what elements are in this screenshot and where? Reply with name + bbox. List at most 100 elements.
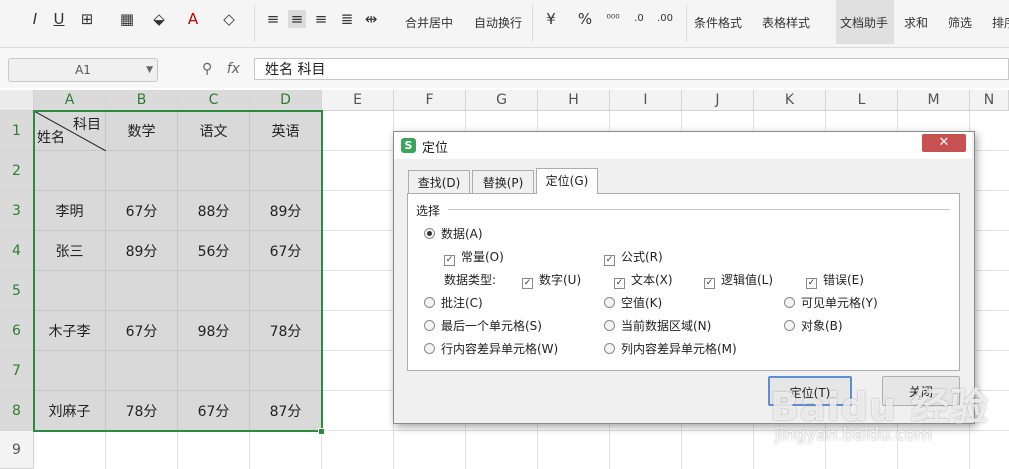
- close-icon[interactable]: ✕: [922, 134, 966, 152]
- radio-comment[interactable]: 批注(C): [424, 295, 483, 311]
- clear-format-icon[interactable]: ◇: [220, 10, 238, 28]
- cell-english[interactable]: 89分: [250, 191, 322, 231]
- justify-icon[interactable]: ≣: [338, 10, 356, 28]
- empty-cell[interactable]: [178, 351, 250, 391]
- row-header[interactable]: 4: [0, 231, 34, 271]
- thousands-icon[interactable]: ⁰⁰⁰: [604, 10, 622, 28]
- column-header[interactable]: C: [178, 90, 250, 111]
- fx-icon[interactable]: fx: [227, 61, 240, 77]
- empty-cell[interactable]: [106, 351, 178, 391]
- select-all-corner[interactable]: [0, 90, 34, 111]
- column-header[interactable]: H: [538, 90, 610, 111]
- tab-goto[interactable]: 定位(G): [536, 168, 598, 194]
- cell-english[interactable]: 78分: [250, 311, 322, 351]
- row-header[interactable]: 7: [0, 351, 34, 391]
- empty-cell[interactable]: [34, 351, 106, 391]
- highlight-icon[interactable]: ⬙: [150, 10, 168, 28]
- increase-decimal-icon[interactable]: .0: [630, 10, 648, 28]
- tab-find[interactable]: 查找(D): [408, 170, 470, 194]
- cell-a1-diagonal-header[interactable]: 科目 姓名: [34, 111, 106, 151]
- italic-icon[interactable]: I: [26, 10, 44, 28]
- dialog-titlebar[interactable]: S 定位 ✕: [394, 132, 972, 159]
- tab-replace[interactable]: 替换(P): [472, 170, 534, 194]
- merge-center-button[interactable]: 合并居中: [405, 14, 453, 31]
- column-header[interactable]: A: [34, 90, 106, 111]
- font-color-icon[interactable]: A: [184, 10, 202, 28]
- column-header[interactable]: G: [466, 90, 538, 111]
- column-header[interactable]: N: [970, 90, 1009, 111]
- currency-icon[interactable]: ¥: [542, 10, 560, 28]
- align-right-icon[interactable]: ≡: [312, 10, 330, 28]
- align-center-icon[interactable]: ≡: [288, 10, 306, 28]
- cell-math[interactable]: 78分: [106, 391, 178, 431]
- column-header[interactable]: D: [250, 90, 322, 111]
- checkbox-constant[interactable]: ✓ 常量(O): [444, 249, 504, 266]
- cell-chinese[interactable]: 67分: [178, 391, 250, 431]
- chevron-down-icon[interactable]: ▼: [146, 59, 153, 81]
- cell-english[interactable]: 67分: [250, 231, 322, 271]
- radio-row-diff[interactable]: 行内容差异单元格(W): [424, 341, 558, 357]
- underline-icon[interactable]: U: [50, 10, 68, 28]
- cell-name[interactable]: 张三: [34, 231, 106, 271]
- row-header[interactable]: 2: [0, 151, 34, 191]
- header-chinese[interactable]: 语文: [178, 111, 250, 151]
- empty-cell[interactable]: [250, 351, 322, 391]
- empty-cell[interactable]: [106, 151, 178, 191]
- radio-blank[interactable]: 空值(K): [604, 295, 662, 311]
- row-header[interactable]: 8: [0, 391, 34, 431]
- column-header[interactable]: E: [322, 90, 394, 111]
- column-header[interactable]: F: [394, 90, 466, 111]
- cell-english[interactable]: 87分: [250, 391, 322, 431]
- fill-color-icon[interactable]: ▦: [118, 10, 136, 28]
- align-left-icon[interactable]: ≡: [264, 10, 282, 28]
- cell-chinese[interactable]: 98分: [178, 311, 250, 351]
- checkbox-text[interactable]: ✓ 文本(X): [614, 272, 673, 289]
- cell-math[interactable]: 89分: [106, 231, 178, 271]
- radio-current-region[interactable]: 当前数据区域(N): [604, 318, 711, 334]
- distribute-icon[interactable]: ⇹: [362, 10, 380, 28]
- checkbox-formula[interactable]: ✓ 公式(R): [604, 249, 663, 266]
- checkbox-error[interactable]: ✓ 错误(E): [806, 272, 864, 289]
- empty-cell[interactable]: [178, 271, 250, 311]
- conditional-format-button[interactable]: 条件格式: [694, 14, 742, 31]
- radio-visible-cells[interactable]: 可见单元格(Y): [784, 295, 878, 311]
- empty-cell[interactable]: [250, 271, 322, 311]
- row-header[interactable]: 3: [0, 191, 34, 231]
- table-style-button[interactable]: 表格样式: [762, 14, 810, 31]
- doc-helper-button[interactable]: 文档助手: [840, 14, 888, 31]
- cell-name[interactable]: 木子李: [34, 311, 106, 351]
- zoom-icon[interactable]: ⚲: [202, 61, 212, 77]
- cell-math[interactable]: 67分: [106, 191, 178, 231]
- percent-icon[interactable]: %: [576, 10, 594, 28]
- column-header[interactable]: L: [826, 90, 898, 111]
- column-header[interactable]: J: [682, 90, 754, 111]
- sum-button[interactable]: 求和: [904, 14, 928, 31]
- decrease-decimal-icon[interactable]: .00: [656, 10, 674, 28]
- header-english[interactable]: 英语: [250, 111, 322, 151]
- empty-cell[interactable]: [106, 271, 178, 311]
- cell-math[interactable]: 67分: [106, 311, 178, 351]
- column-header[interactable]: K: [754, 90, 826, 111]
- cell-chinese[interactable]: 88分: [178, 191, 250, 231]
- checkbox-number[interactable]: ✓ 数字(U): [522, 272, 581, 289]
- checkbox-logical[interactable]: ✓ 逻辑值(L): [704, 272, 773, 289]
- sort-button[interactable]: 排序: [992, 14, 1009, 31]
- header-math[interactable]: 数学: [106, 111, 178, 151]
- auto-wrap-button[interactable]: 自动换行: [474, 14, 522, 31]
- cell-chinese[interactable]: 56分: [178, 231, 250, 271]
- empty-cell[interactable]: [34, 151, 106, 191]
- filter-button[interactable]: 筛选: [948, 14, 972, 31]
- empty-cell[interactable]: [178, 151, 250, 191]
- column-header[interactable]: B: [106, 90, 178, 111]
- border-icon[interactable]: ⊞: [78, 10, 96, 28]
- row-header[interactable]: 9: [0, 431, 34, 469]
- radio-last-cell[interactable]: 最后一个单元格(S): [424, 318, 542, 334]
- column-header[interactable]: I: [610, 90, 682, 111]
- row-header[interactable]: 5: [0, 271, 34, 311]
- cell-name[interactable]: 刘麻子: [34, 391, 106, 431]
- radio-col-diff[interactable]: 列内容差异单元格(M): [604, 341, 737, 357]
- formula-input[interactable]: 姓名 科目: [254, 58, 1009, 80]
- row-header[interactable]: 1: [0, 111, 34, 151]
- row-header[interactable]: 6: [0, 311, 34, 351]
- column-header[interactable]: M: [898, 90, 970, 111]
